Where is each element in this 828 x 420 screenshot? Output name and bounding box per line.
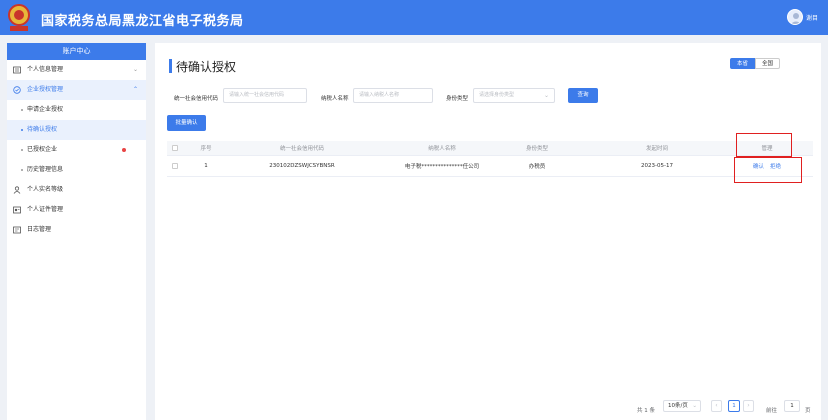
title-accent-bar — [169, 59, 172, 73]
avatar-person-icon — [790, 13, 802, 24]
sidebar-item-personal-info[interactable]: 个人信息管理 ⌄ — [7, 60, 146, 80]
highlight-box-manage-header — [736, 133, 792, 157]
shield-check-icon — [13, 86, 21, 94]
col-index: 序号 — [200, 146, 212, 152]
taxpayer-name-input[interactable]: 请输入纳税人名称 — [353, 88, 433, 103]
sidebar-subitem-label: 已授权企业 — [27, 146, 58, 153]
col-taxpayer-name: 纳税人名称 — [428, 146, 456, 152]
sidebar-heading: 账户中心 — [7, 43, 146, 60]
bullet-dot — [21, 149, 23, 151]
chevron-down-icon: ⌄ — [543, 92, 549, 99]
sidebar-subitem-history[interactable]: 历史管理信息 — [7, 160, 146, 180]
notification-dot — [122, 148, 126, 152]
identity-type-select[interactable]: 请选择身份类型 ⌄ — [473, 88, 555, 103]
highlight-box-actions — [734, 157, 802, 183]
sidebar-item-certificates[interactable]: 个人证件管理 — [7, 200, 146, 220]
credit-code-input[interactable]: 请输入统一社会信用代码 — [223, 88, 307, 103]
user-avatar[interactable] — [787, 9, 803, 25]
identity-type-placeholder: 请选择身份类型 — [479, 92, 515, 98]
id-card-icon — [13, 66, 21, 74]
sidebar-subitem-label: 历史管理信息 — [27, 166, 64, 173]
sidebar-item-real-name-level[interactable]: 个人实名等级 — [7, 180, 146, 200]
cell-identity-type: 办税员 — [528, 164, 546, 170]
query-button[interactable]: 查询 — [568, 88, 598, 103]
sidebar-subitem-label: 申请企业授权 — [27, 106, 64, 113]
bullet-dot — [21, 169, 23, 171]
sidebar: 账户中心 个人信息管理 ⌄ 企业授权管理 ⌃ 申请企业授权 待确认授权 已授权企… — [7, 43, 146, 420]
top-header: 国家税务总局黑龙江省电子税务局 谢目 — [0, 0, 828, 35]
scope-toggle-province[interactable]: 本省 — [730, 58, 755, 69]
page-unit-label: 页 — [805, 408, 811, 414]
log-icon — [13, 226, 21, 234]
taxpayer-name-label: 纳税人名称 — [321, 96, 349, 102]
sidebar-subitem-apply-auth[interactable]: 申请企业授权 — [7, 100, 146, 120]
site-title: 国家税务总局黑龙江省电子税务局 — [41, 14, 244, 29]
batch-confirm-button[interactable]: 批量确认 — [167, 115, 206, 131]
tax-emblem-logo — [8, 4, 30, 31]
goto-label: 前往 — [766, 408, 778, 414]
page-size-select[interactable]: 10条/页 ⌄ — [663, 400, 701, 412]
main-panel: 待确认授权 本省 全国 统一社会信用代码 请输入统一社会信用代码 纳税人名称 请… — [155, 43, 821, 420]
credit-code-label: 统一社会信用代码 — [174, 96, 219, 102]
certificate-icon — [13, 206, 21, 214]
goto-page-input[interactable]: 1 — [784, 400, 800, 412]
sidebar-subitem-authorized-enterprises[interactable]: 已授权企业 — [7, 140, 146, 160]
sidebar-item-label: 企业授权管理 — [27, 86, 64, 93]
sidebar-item-enterprise-auth[interactable]: 企业授权管理 ⌃ — [7, 80, 146, 100]
sidebar-subitem-label: 待确认授权 — [27, 126, 58, 133]
user-name[interactable]: 谢目 — [806, 13, 818, 22]
table-header: 序号 统一社会信用代码 纳税人名称 身份类型 发起时间 管理 — [167, 141, 813, 156]
pagination-total: 共 1 条 — [637, 408, 655, 414]
select-all-checkbox[interactable] — [172, 145, 178, 151]
cell-index: 1 — [204, 163, 208, 169]
identity-type-label: 身份类型 — [446, 96, 469, 102]
cell-taxpayer-name: 电子税***************任公司 — [404, 164, 480, 170]
row-checkbox[interactable] — [172, 163, 178, 169]
person-icon — [13, 186, 21, 194]
next-page-button[interactable]: › — [743, 400, 754, 412]
page-title: 待确认授权 — [176, 60, 237, 74]
table-row: 1 230102DZSWJCSYBNSR 电子税***************任… — [167, 156, 813, 177]
page-size-value: 10条/页 — [668, 403, 688, 409]
chevron-down-icon: ⌄ — [132, 66, 138, 73]
col-identity-type: 身份类型 — [525, 146, 548, 152]
page-number-current[interactable]: 1 — [728, 400, 740, 412]
sidebar-item-logs[interactable]: 日志管理 — [7, 220, 146, 240]
chevron-up-icon: ⌃ — [132, 86, 138, 93]
bullet-dot — [21, 129, 23, 131]
cell-credit-code: 230102DZSWJCSYBNSR — [269, 163, 335, 169]
scope-toggle-national[interactable]: 全国 — [755, 58, 780, 69]
row-select-cell — [167, 156, 183, 176]
chevron-down-icon: ⌄ — [692, 403, 697, 409]
sidebar-subitem-pending-auth[interactable]: 待确认授权 — [7, 120, 146, 140]
col-start-time: 发起时间 — [645, 146, 668, 152]
sidebar-item-label: 个人证件管理 — [27, 206, 64, 213]
select-all-cell — [167, 141, 183, 155]
col-credit-code: 统一社会信用代码 — [279, 146, 324, 152]
sidebar-item-label: 个人信息管理 — [27, 66, 64, 73]
sidebar-item-label: 日志管理 — [27, 226, 52, 233]
bullet-dot — [21, 109, 23, 111]
sidebar-item-label: 个人实名等级 — [27, 186, 64, 193]
cell-start-time: 2023-05-17 — [641, 163, 673, 169]
prev-page-button[interactable]: ‹ — [711, 400, 722, 412]
